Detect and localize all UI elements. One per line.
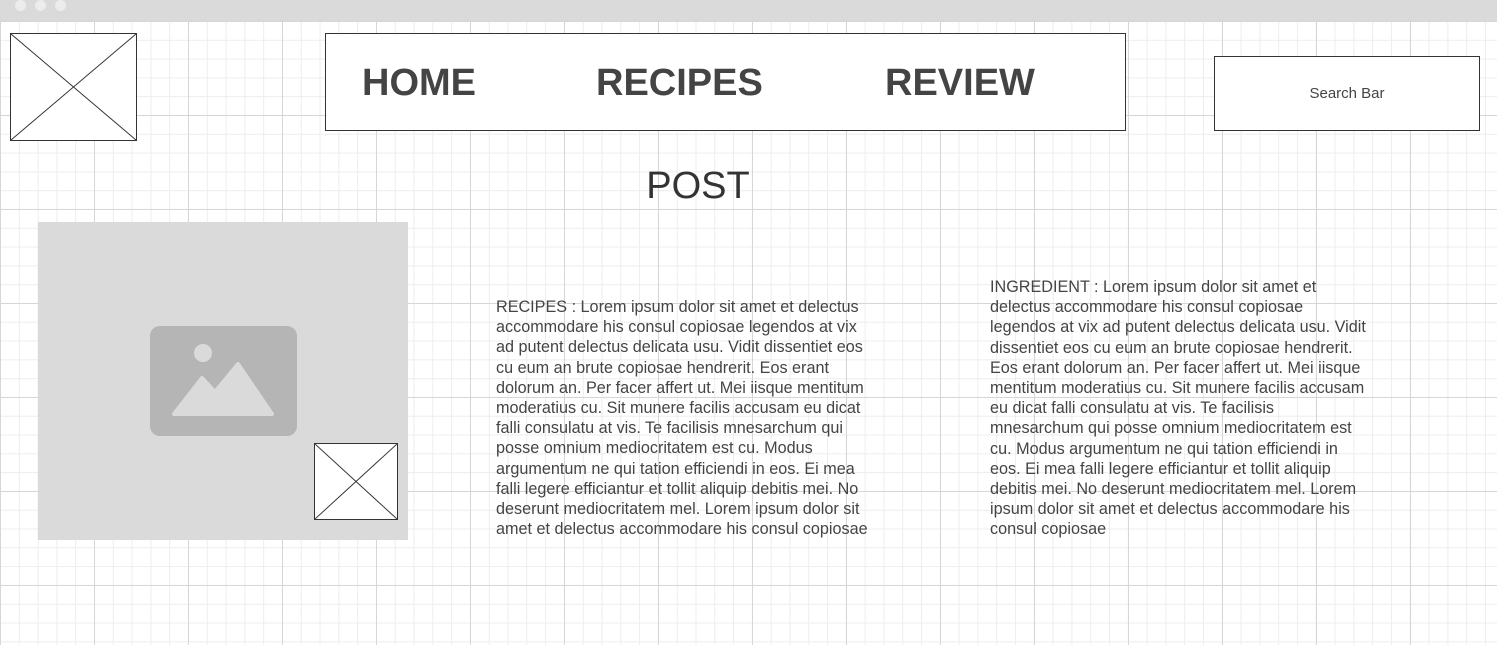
search-bar[interactable]: Search Bar	[1214, 56, 1480, 131]
thumbnail-placeholder[interactable]	[314, 443, 398, 520]
search-bar-label: Search Bar	[1309, 85, 1385, 102]
ingredient-text: INGREDIENT : Lorem ipsum dolor sit amet …	[990, 278, 1366, 539]
post-title: POST	[646, 165, 750, 207]
logo-placeholder[interactable]	[10, 33, 137, 141]
window-close-dot[interactable]	[15, 0, 26, 11]
main-navigation: HOME RECIPES REVIEW	[325, 33, 1126, 131]
recipes-text: RECIPES : Lorem ipsum dolor sit amet et …	[496, 298, 868, 539]
image-icon	[150, 326, 297, 436]
nav-recipes-link[interactable]: RECIPES	[596, 64, 763, 102]
main-image-placeholder	[38, 222, 408, 540]
image-placeholder-icon	[11, 34, 136, 140]
nav-review-link[interactable]: REVIEW	[885, 64, 1035, 102]
nav-home-link[interactable]: HOME	[362, 64, 476, 102]
window-minimize-dot[interactable]	[35, 0, 46, 11]
window-titlebar	[0, 0, 1497, 21]
window-maximize-dot[interactable]	[55, 0, 66, 11]
image-placeholder-icon	[315, 444, 397, 519]
